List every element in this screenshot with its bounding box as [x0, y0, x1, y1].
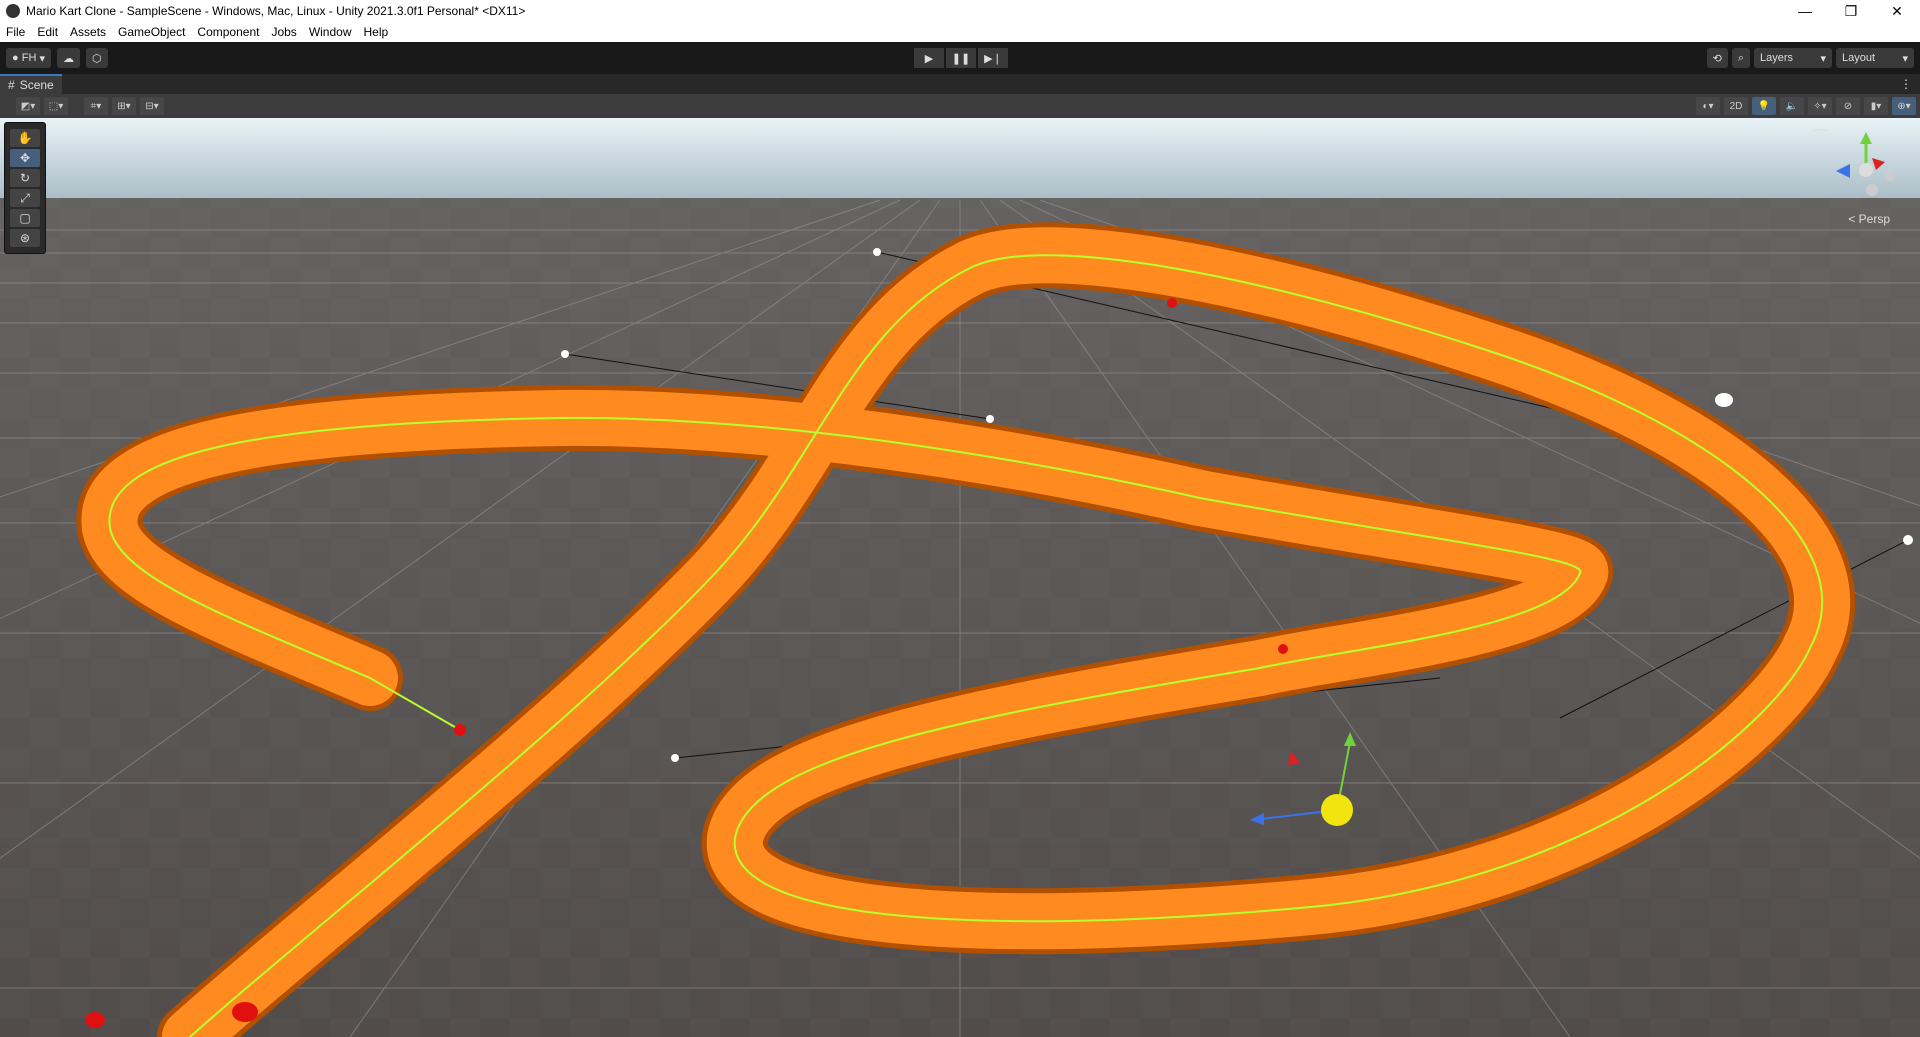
lightbulb-icon: 💡 — [1757, 100, 1771, 112]
camera-projection-label[interactable]: < Persp — [1848, 212, 1890, 226]
anchor-point[interactable] — [85, 1012, 105, 1028]
anchor-point[interactable] — [232, 1002, 258, 1022]
menu-assets[interactable]: Assets — [64, 25, 112, 39]
layers-dropdown[interactable]: Layers ▾ — [1754, 48, 1832, 68]
rect-tool-button[interactable]: ▢ — [10, 209, 40, 227]
cloud-icon: ☁ — [62, 52, 74, 65]
search-icon: ⌕ — [1737, 51, 1744, 64]
menu-help[interactable]: Help — [358, 25, 395, 39]
play-button[interactable]: ▶ — [914, 48, 944, 68]
more-options-icon[interactable]: ⋮ — [1900, 77, 1912, 91]
account-icon: ● — [12, 52, 19, 64]
move-tool-button[interactable]: ✥ — [10, 149, 40, 167]
window-title: Mario Kart Clone - SampleScene - Windows… — [26, 4, 526, 18]
layout-label: Layout — [1842, 52, 1876, 64]
menu-edit[interactable]: Edit — [31, 25, 64, 39]
play-controls: ▶ ❚❚ ▶❘ — [914, 48, 1010, 68]
menu-component[interactable]: Component — [191, 25, 265, 39]
anchor-point[interactable] — [1278, 644, 1288, 654]
gizmos-dropdown[interactable]: ⊕ ▾ — [1892, 97, 1916, 115]
draw-mode-icon: ◩ — [20, 100, 31, 112]
align-button[interactable]: ⊟ ▾ — [140, 97, 164, 115]
move-tool-icon: ✥ — [19, 151, 31, 165]
gizmo-center[interactable] — [1321, 794, 1353, 826]
account-dropdown[interactable]: ● FH ▾ — [6, 48, 51, 68]
menu-bar: File Edit Assets GameObject Component Jo… — [0, 22, 1920, 42]
menu-file[interactable]: File — [0, 25, 31, 39]
hidden-eye-icon: ⊘ — [1843, 100, 1853, 112]
control-point[interactable] — [986, 415, 994, 423]
control-point[interactable] — [1903, 535, 1913, 545]
cube-icon: ⬚ — [48, 100, 59, 112]
draw-mode-dropdown[interactable]: ◩ ▾ — [16, 97, 40, 115]
history-button[interactable]: ⟲ — [1706, 48, 1728, 68]
account-label: FH — [21, 52, 37, 64]
minimize-button[interactable]: — — [1782, 0, 1828, 22]
menu-window[interactable]: Window — [303, 25, 358, 39]
chevron-down-icon: ▾ — [1902, 52, 1908, 65]
layers-label: Layers — [1760, 52, 1794, 64]
transform-tool-button[interactable]: ⊛ — [10, 229, 40, 247]
history-icon: ⟲ — [1712, 52, 1722, 65]
scene-toolbar: ◩ ▾ ⬚ ▾ ⌗ ▾ ⊞ ▾ ⊟ ▾ — [0, 94, 1920, 119]
anchor-point[interactable] — [454, 724, 466, 736]
collab-button[interactable]: ⬡ — [85, 48, 108, 68]
sky-background — [0, 118, 1920, 200]
tab-scene-label: Scene — [19, 78, 54, 92]
collab-icon: ⬡ — [91, 52, 102, 65]
layout-dropdown[interactable]: Layout ▾ — [1836, 48, 1914, 68]
menu-jobs[interactable]: Jobs — [265, 25, 302, 39]
grid-icon: # — [8, 78, 15, 92]
unity-logo-icon — [6, 4, 20, 18]
rotate-tool-icon: ↻ — [19, 171, 31, 185]
increment-snap-button[interactable]: ⊞ ▾ — [112, 97, 136, 115]
mode-2d-toggle[interactable]: 2D — [1724, 97, 1748, 115]
effects-icon: ✧ — [1813, 100, 1822, 112]
shading-dropdown[interactable]: ⬚ ▾ — [44, 97, 68, 115]
camera-icon: ▮ — [1870, 100, 1877, 112]
maximize-button[interactable]: ❐ — [1828, 0, 1874, 22]
lighting-toggle[interactable]: 💡 — [1752, 97, 1776, 115]
toolbar-right: ⟲ ⌕ Layers ▾ Layout ▾ — [1703, 48, 1914, 68]
scale-tool-button[interactable]: ⤢ — [10, 189, 40, 207]
rect-tool-icon: ▢ — [19, 211, 31, 225]
control-point[interactable] — [561, 350, 569, 358]
grid-snap-button[interactable]: ⌗ ▾ — [84, 97, 108, 115]
audio-icon: 🔈 — [1785, 100, 1799, 112]
cloud-button[interactable]: ☁ — [56, 48, 80, 68]
scene-toolbar-right: ◐ ▾ 2D 💡 🔈 ✧ ▾ ⊘ ▮ ▾ ⊕ ▾ — [1692, 97, 1916, 115]
chevron-down-icon: ▾ — [1820, 52, 1826, 65]
transform-tool-icon: ⊛ — [19, 231, 31, 245]
scene-tab-bar: # Scene ⋮ — [0, 74, 1920, 94]
scene-canvas[interactable] — [0, 118, 1920, 1037]
visibility-toggle[interactable]: ⊘ — [1836, 97, 1860, 115]
control-point[interactable] — [873, 248, 881, 256]
tab-scene[interactable]: # Scene — [0, 74, 62, 94]
snap-icon: ⊞ — [117, 100, 126, 112]
menu-gameobject[interactable]: GameObject — [112, 25, 191, 39]
rotate-tool-button[interactable]: ↻ — [10, 169, 40, 187]
transform-tools: ✋ ✥ ↻ ⤢ ▢ ⊛ — [4, 122, 46, 254]
pause-button[interactable]: ❚❚ — [946, 48, 976, 68]
control-point[interactable] — [1715, 393, 1733, 407]
close-button[interactable]: ✕ — [1874, 0, 1920, 22]
anchor-point[interactable] — [1167, 298, 1177, 308]
align-icon: ⊟ — [145, 100, 154, 112]
scale-tool-icon: ⤢ — [20, 190, 30, 205]
control-point[interactable] — [671, 754, 679, 762]
search-button[interactable]: ⌕ — [1731, 48, 1750, 68]
render-mode-dropdown[interactable]: ◐ ▾ — [1696, 97, 1720, 115]
hand-tool-button[interactable]: ✋ — [10, 129, 40, 147]
grid-snap-icon: ⌗ — [90, 100, 97, 112]
effects-dropdown[interactable]: ✧ ▾ — [1808, 97, 1832, 115]
camera-dropdown[interactable]: ▮ ▾ — [1864, 97, 1888, 115]
sphere-icon: ◐ — [1702, 100, 1709, 112]
step-button[interactable]: ▶❘ — [978, 48, 1008, 68]
audio-toggle[interactable]: 🔈 — [1780, 97, 1804, 115]
hand-tool-icon: ✋ — [17, 131, 33, 145]
gizmos-icon: ⊕ — [1897, 100, 1906, 112]
title-bar: Mario Kart Clone - SampleScene - Windows… — [0, 0, 1920, 22]
scene-viewport[interactable] — [0, 118, 1920, 1037]
